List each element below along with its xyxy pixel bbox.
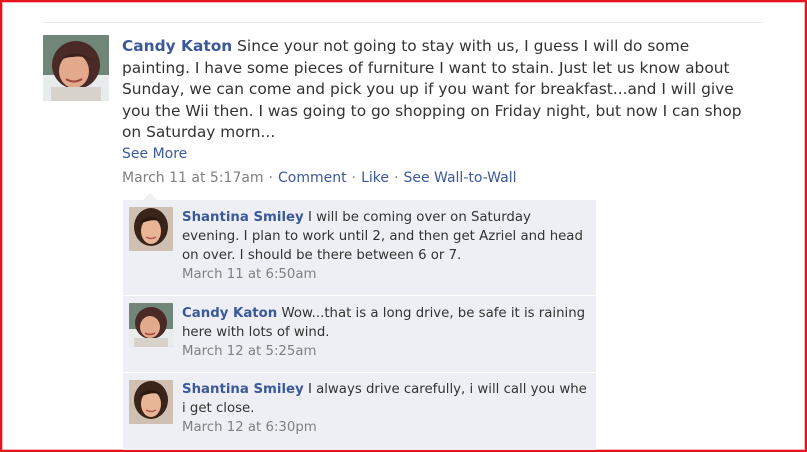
comment-author-avatar[interactable]: [129, 380, 173, 424]
post-author-avatar[interactable]: [43, 35, 109, 101]
comment-author-link[interactable]: Candy Katon: [182, 306, 277, 321]
shantina-profile-photo-icon: [129, 380, 173, 424]
see-more-link[interactable]: See More: [122, 146, 187, 162]
post-author-link[interactable]: Candy Katon: [122, 37, 232, 55]
separator: ·: [394, 170, 399, 186]
separator: ·: [268, 170, 274, 186]
comment-body: Shantina Smiley I will be coming over on…: [182, 208, 587, 265]
comment-author-avatar[interactable]: [129, 303, 173, 347]
comment-item: Shantina Smiley I always drive carefully…: [123, 373, 596, 450]
comments-list: Shantina Smiley I will be coming over on…: [123, 200, 596, 450]
like-link[interactable]: Like: [361, 170, 389, 186]
post-meta: March 11 at 5:17am · Comment · Like · See Wall…: [122, 170, 516, 186]
comment-author-avatar[interactable]: [129, 207, 173, 251]
comment-author-link[interactable]: Shantina Smiley: [182, 382, 304, 397]
separator: ·: [351, 170, 357, 186]
post-body: Candy Katon Since your not going to stay…: [122, 36, 762, 144]
comment-item: Shantina Smiley I will be coming over on…: [123, 200, 596, 295]
comment-timestamp: March 12 at 5:25am: [182, 344, 317, 359]
comment-author-link[interactable]: Shantina Smiley: [182, 210, 304, 225]
candy-profile-photo-icon: [129, 303, 173, 347]
comment-body: Candy Katon Wow...that is a long drive, …: [182, 304, 587, 342]
post-timestamp: March 11 at 5:17am: [122, 170, 264, 186]
comment-timestamp: March 12 at 6:30pm: [182, 420, 317, 435]
comment-timestamp: March 11 at 6:50am: [182, 267, 317, 282]
divider: [42, 22, 764, 23]
screenshot-frame: Candy Katon Since your not going to stay…: [0, 0, 807, 452]
comment-body: Shantina Smiley I always drive carefully…: [182, 380, 587, 418]
comments-caret: [143, 193, 157, 200]
comment-link[interactable]: Comment: [278, 170, 347, 186]
see-wall-to-wall-link[interactable]: See Wall-to-Wall: [403, 170, 516, 186]
candy-profile-photo-icon: [43, 35, 109, 101]
shantina-profile-photo-icon: [129, 207, 173, 251]
comment-item: Candy Katon Wow...that is a long drive, …: [123, 296, 596, 372]
